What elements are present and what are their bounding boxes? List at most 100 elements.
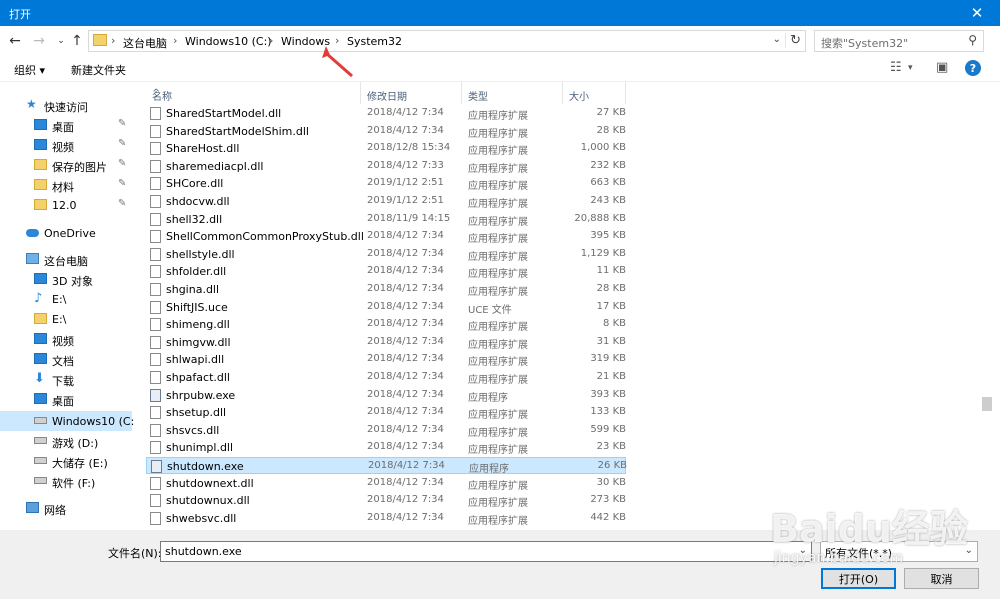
file-row[interactable]: shimgvw.dll 2018/4/12 7:34 应用程序扩展 31 KB xyxy=(146,334,626,351)
sidebar-item[interactable]: ♪ E:\ xyxy=(0,289,132,309)
file-date: 2018/4/12 7:34 xyxy=(367,107,444,118)
view-options-icon[interactable]: ☷ xyxy=(890,60,902,75)
sidebar-item[interactable]: 游戏 (D:) xyxy=(0,431,132,451)
file-type: 应用程序扩展 xyxy=(468,111,528,122)
file-icon xyxy=(150,124,161,138)
sidebar-item[interactable]: 12.0 ✎ xyxy=(0,195,132,215)
file-icon xyxy=(150,406,161,420)
file-icon xyxy=(150,159,161,173)
scrollbar-thumb[interactable] xyxy=(982,397,992,411)
sidebar-item-label: E:\ xyxy=(52,313,67,326)
sidebar-item[interactable]: 材料 ✎ xyxy=(0,175,132,195)
file-row[interactable]: SHCore.dll 2019/1/12 2:51 应用程序扩展 663 KB xyxy=(146,175,626,192)
column-header-date[interactable]: 修改日期 xyxy=(361,82,462,104)
file-icon xyxy=(150,283,161,296)
view-dropdown-icon[interactable]: ▾ xyxy=(908,63,913,73)
file-row[interactable]: shrpubw.exe 2018/4/12 7:34 应用程序 393 KB xyxy=(146,387,626,404)
file-row[interactable]: SharedStartModel.dll 2018/4/12 7:34 应用程序扩展… xyxy=(146,105,626,122)
drive-icon xyxy=(34,437,47,444)
sidebar-item[interactable]: 保存的图片 ✎ xyxy=(0,155,132,175)
file-row[interactable]: ShiftJIS.uce 2018/4/12 7:34 UCE 文件 17 KB xyxy=(146,299,626,316)
vertical-scrollbar[interactable] xyxy=(978,82,1000,530)
breadcrumb-separator[interactable]: › xyxy=(269,34,273,47)
file-type-dropdown-icon[interactable]: ⌄ xyxy=(965,545,973,556)
new-folder-button[interactable]: 新建文件夹 xyxy=(71,62,126,78)
file-size: 11 KB xyxy=(596,265,626,277)
preview-pane-icon[interactable]: ▣ xyxy=(936,60,948,75)
file-date: 2018/4/12 7:34 xyxy=(367,265,444,277)
file-row[interactable]: shfolder.dll 2018/4/12 7:34 应用程序扩展 11 KB xyxy=(146,263,626,280)
sidebar-item-label: 3D 对象 xyxy=(52,275,93,288)
exe-file-icon xyxy=(150,388,161,402)
sidebar-item[interactable]: 文档 xyxy=(0,349,132,369)
sidebar-item[interactable]: ★ 快速访问 xyxy=(0,95,132,115)
file-row[interactable]: sharemediacpl.dll 2018/4/12 7:33 应用程序扩展 232… xyxy=(146,158,626,175)
sidebar-item[interactable]: 这台电脑 xyxy=(0,249,132,269)
sidebar-item[interactable]: 大储存 (E:) xyxy=(0,451,132,471)
sidebar-item[interactable]: 3D 对象 xyxy=(0,269,132,289)
file-row[interactable]: shutdown.exe 2018/4/12 7:34 应用程序 26 KB xyxy=(146,457,627,475)
help-icon[interactable]: ? xyxy=(965,60,981,76)
column-header-type-label: 类型 xyxy=(468,92,488,103)
sidebar-item[interactable]: ⬇ 下载 xyxy=(0,369,132,389)
open-button[interactable]: 打开(O) xyxy=(821,568,896,589)
sidebar-item[interactable]: Windows10 (C:) xyxy=(0,411,134,431)
sidebar-item[interactable]: 桌面 ✎ xyxy=(0,115,132,135)
sidebar-item[interactable]: 网络 xyxy=(0,498,132,518)
file-row[interactable]: shpafact.dll 2018/4/12 7:34 应用程序扩展 21 KB xyxy=(146,369,626,386)
pin-icon: ✎ xyxy=(118,158,127,169)
cancel-button[interactable]: 取消 xyxy=(904,568,979,589)
back-arrow-icon[interactable]: ← xyxy=(6,32,24,50)
sidebar-item[interactable]: E:\ xyxy=(0,309,132,329)
file-icon xyxy=(150,423,161,437)
breadcrumb-separator[interactable]: › xyxy=(111,34,115,47)
sidebar-item[interactable]: 桌面 xyxy=(0,389,132,409)
file-type-value[interactable]: 所有文件(*.*) xyxy=(825,545,892,561)
search-input[interactable]: 搜索"System32" xyxy=(821,35,908,51)
file-row[interactable]: ShareHost.dll 2018/12/8 15:34 应用程序扩展 1,000 … xyxy=(146,140,626,157)
drive-icon xyxy=(34,417,47,424)
sidebar-item[interactable]: 软件 (F:) xyxy=(0,471,132,491)
breadcrumb-this-pc[interactable]: 这台电脑 xyxy=(123,35,167,51)
sidebar-item[interactable]: 视频 xyxy=(0,329,132,349)
sidebar-item[interactable]: OneDrive xyxy=(0,223,132,243)
breadcrumb-drive-c[interactable]: Windows10 (C:) xyxy=(185,35,272,48)
file-row[interactable]: shwebsvc.dll 2018/4/12 7:34 应用程序扩展 442 KB xyxy=(146,510,626,527)
file-row[interactable]: shsetup.dll 2018/4/12 7:34 应用程序扩展 133 KB xyxy=(146,404,626,421)
file-row[interactable]: shdocvw.dll 2019/1/12 2:51 应用程序扩展 243 KB xyxy=(146,193,626,210)
file-row[interactable]: shutdownext.dll 2018/4/12 7:34 应用程序扩展 30 KB xyxy=(146,475,626,492)
address-bar[interactable]: › 这台电脑 › Windows10 (C:) › Windows › Syst… xyxy=(88,30,806,52)
forward-arrow-icon[interactable]: → xyxy=(30,32,48,50)
search-icon[interactable]: ⚲ xyxy=(968,33,977,47)
file-type-select[interactable]: 所有文件(*.*) ⌄ xyxy=(820,541,978,562)
file-name: shutdownux.dll xyxy=(166,494,250,508)
file-row[interactable]: shlwapi.dll 2018/4/12 7:34 应用程序扩展 319 KB xyxy=(146,351,626,368)
column-header-size[interactable]: 大小 xyxy=(563,82,626,104)
search-box[interactable]: 搜索"System32" ⚲ xyxy=(814,30,984,52)
file-row[interactable]: shimeng.dll 2018/4/12 7:34 应用程序扩展 8 KB xyxy=(146,316,626,333)
file-row[interactable]: shellstyle.dll 2018/4/12 7:34 应用程序扩展 1,129 … xyxy=(146,246,626,263)
file-row[interactable]: SharedStartModelShim.dll 2018/4/12 7:34 应用… xyxy=(146,123,626,140)
file-row[interactable]: shsvcs.dll 2018/4/12 7:34 应用程序扩展 599 KB xyxy=(146,422,626,439)
file-date: 2018/4/12 7:34 xyxy=(367,247,444,259)
organize-button[interactable]: 组织 ▾ xyxy=(14,62,45,78)
file-row[interactable]: shgina.dll 2018/4/12 7:34 应用程序扩展 28 KB xyxy=(146,281,626,298)
breadcrumb-separator[interactable]: › xyxy=(173,34,177,47)
file-row[interactable]: shunimpl.dll 2018/4/12 7:34 应用程序扩展 23 KB xyxy=(146,439,626,456)
close-icon[interactable]: ✕ xyxy=(954,0,1000,26)
filename-field[interactable]: shutdown.exe ⌄ xyxy=(160,541,812,562)
up-arrow-icon[interactable]: ↑ xyxy=(68,32,86,50)
refresh-icon[interactable]: ↻ xyxy=(785,33,801,48)
file-row[interactable]: shell32.dll 2018/11/9 14:15 应用程序扩展 20,888 K… xyxy=(146,211,626,228)
address-dropdown-icon[interactable]: ⌄ xyxy=(773,34,781,45)
sidebar-item[interactable]: 视频 ✎ xyxy=(0,135,132,155)
column-header-type[interactable]: 类型 xyxy=(462,82,563,104)
column-header-name[interactable]: 名称 ^ xyxy=(146,82,361,104)
file-size: 133 KB xyxy=(590,406,626,418)
file-row[interactable]: shutdownux.dll 2018/4/12 7:34 应用程序扩展 273 KB xyxy=(146,492,626,509)
file-type: 应用程序扩展 xyxy=(468,199,528,210)
navigation-pane: ★ 快速访问 桌面 ✎ 视频 ✎ 保存的图片 ✎ 材料 ✎ 12.0 ✎ OneDrive 这台电脑 3D … xyxy=(0,82,134,530)
filename-dropdown-icon[interactable]: ⌄ xyxy=(799,545,807,556)
file-row[interactable]: ShellCommonCommonProxyStub.dll 2018/4/12 … xyxy=(146,228,626,245)
filename-value[interactable]: shutdown.exe xyxy=(165,545,242,558)
